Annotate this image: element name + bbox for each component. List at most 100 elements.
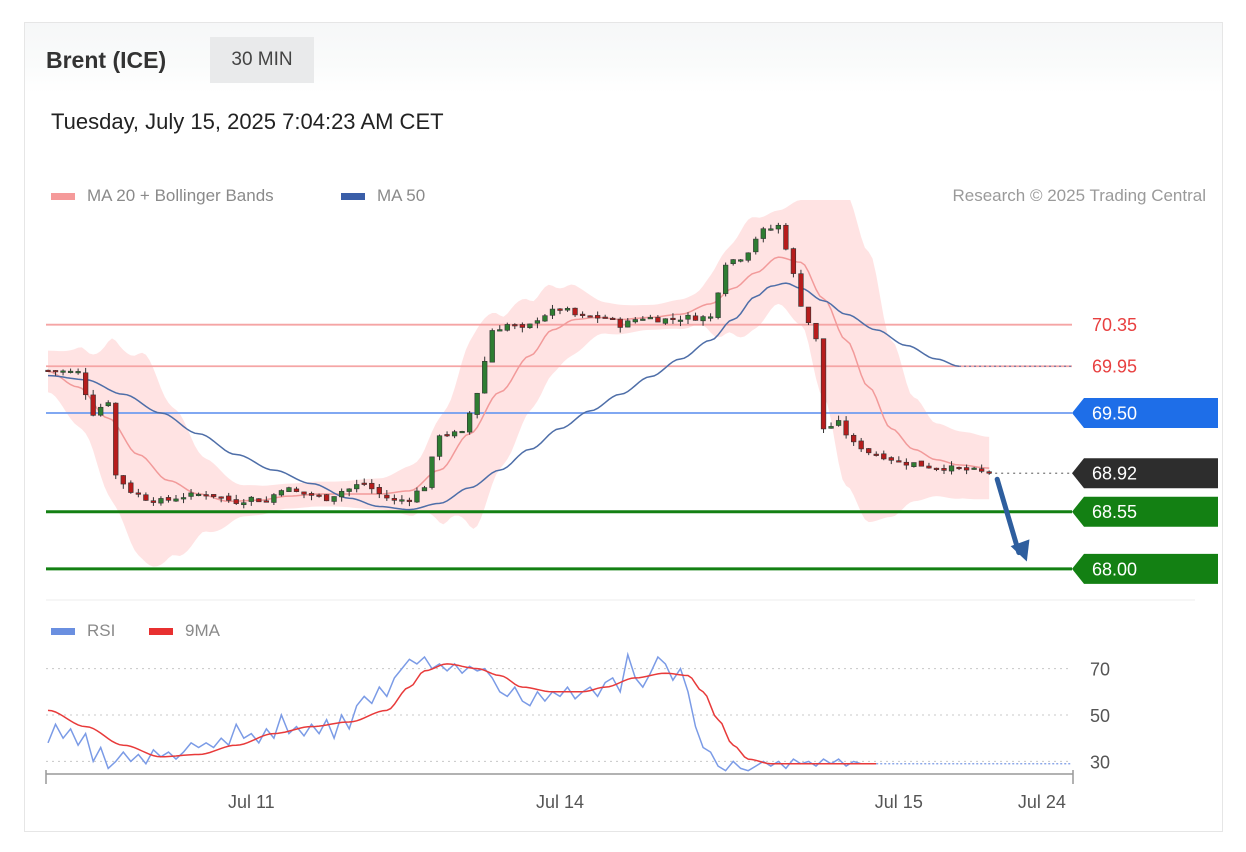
candle-body [933,467,940,470]
candle-body [331,496,337,502]
candle-body [843,420,849,436]
candle [527,323,533,329]
candle [256,498,262,503]
candle [918,460,925,467]
candle [323,494,330,502]
candle-body [361,482,367,485]
candle-body [527,323,533,329]
candle-body [700,316,706,322]
candle-body [956,466,962,470]
candle-body [444,434,450,437]
candle-body [625,320,631,328]
candle-body [369,482,375,490]
candle-body [406,499,413,502]
candle-body [820,338,827,430]
candle [790,247,797,278]
level-68-92-label: 68.92 [1092,464,1137,484]
candle-body [421,487,428,492]
candle-body [534,320,541,324]
candle [459,430,465,434]
candle-body [926,465,932,469]
candle [482,356,488,394]
candle-body [866,448,872,454]
candle-body [873,453,879,456]
candle [753,236,759,255]
candle-body [858,440,864,450]
candle-body [557,308,563,311]
candle-body [707,316,714,319]
x-tick-jul-14: Jul 14 [536,792,584,812]
candle-body [75,371,81,374]
candle-body [572,307,578,316]
candle-body [354,484,360,490]
candle-body [677,319,684,322]
candle-body [692,315,699,321]
price-chart: 70.35 69.95 69.50 68.92 68.55 68.00 70 50 30 Ju… [45,200,1218,812]
candle [723,262,729,297]
candle-body [105,402,111,407]
candle-body [399,499,405,502]
candle-body [745,252,751,261]
candle-body [482,361,488,394]
candle [467,410,473,435]
candle-body [941,468,947,471]
candle-body [286,487,292,492]
x-tick-jul-15: Jul 15 [875,792,923,812]
candle-body [948,465,955,472]
candle-body [346,488,352,492]
rsi-tick-50: 50 [1090,706,1110,726]
candle-body [67,370,74,373]
candle-body [564,308,571,311]
candle-body [670,317,676,321]
candle-body [519,324,525,328]
candle-body [632,319,638,323]
candle-body [549,308,556,316]
candle-body [979,468,985,472]
candle-body [715,292,721,318]
candle-body [504,324,510,331]
candle-body [579,313,586,316]
candle-body [512,324,518,327]
candle-body [760,228,766,239]
candle [587,315,593,318]
candle-body [52,370,59,373]
candle-body [316,494,322,497]
candle-body [45,369,51,373]
candle-body [851,434,857,443]
candle-body [459,431,465,434]
level-68-00-label: 68.00 [1092,559,1137,579]
candle-body [143,494,149,501]
candle-body [768,228,774,231]
candle [474,392,480,419]
candle [798,269,804,307]
candle-body [888,457,894,461]
candle-body [813,322,819,340]
candle-body [474,392,480,415]
candle-body [195,493,202,497]
candle-body [165,497,172,501]
candle-body [113,402,119,476]
candle [429,456,435,490]
rsi-tick-70: 70 [1090,660,1110,680]
level-69-50-label: 69.50 [1092,403,1137,423]
candle-body [384,494,390,499]
candle-body [60,370,66,373]
candle-body [798,273,804,307]
candle-body [376,487,382,495]
candle-body [83,372,89,396]
candle-body [467,412,473,433]
candle-body [120,475,126,485]
candle-body [610,317,616,320]
candle-body [647,317,653,320]
candle [286,486,292,492]
candle-body [783,224,789,250]
candle-body [896,460,902,463]
candle-body [881,453,887,460]
ma9-line [47,663,877,765]
candle-body [775,224,781,230]
candle-body [685,314,691,320]
candle-body [301,491,307,495]
candle-body [128,482,134,493]
candle-body [790,248,797,274]
candle-body [911,462,917,467]
